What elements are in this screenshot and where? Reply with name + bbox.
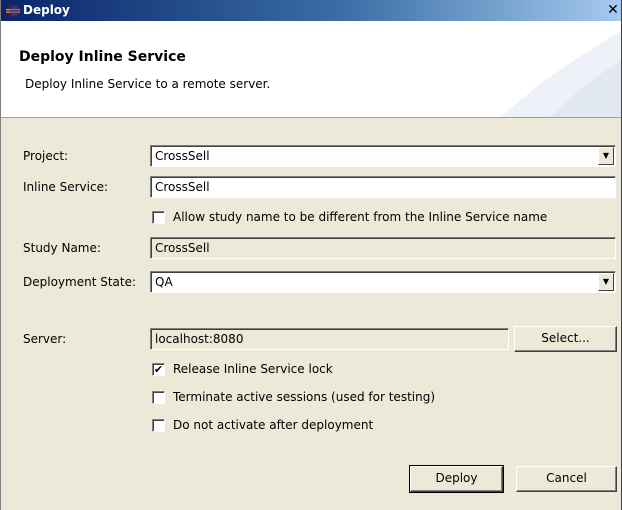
deployment-state-value: QA [155, 275, 173, 289]
chevron-down-icon[interactable]: ▼ [598, 147, 614, 165]
study-name-label: Study Name: [23, 241, 101, 255]
inline-service-value: CrossSell [155, 180, 210, 194]
close-icon[interactable]: ✕ [605, 2, 621, 18]
eclipse-app-icon [6, 4, 20, 18]
title-bar: Deploy ✕ [1, 0, 621, 21]
deploy-dialog: Deploy ✕ Deploy Inline Service Deploy In… [0, 0, 622, 510]
terminate-sessions-label: Terminate active sessions (used for test… [173, 390, 436, 404]
server-field: localhost:8080 [150, 328, 509, 350]
form-area: Project: CrossSell ▼ Inline Service: Cro… [1, 118, 621, 510]
banner-description: Deploy Inline Service to a remote server… [25, 77, 271, 91]
deployment-state-label: Deployment State: [23, 275, 137, 289]
banner-decoration-icon [501, 31, 621, 117]
project-value: CrossSell [155, 149, 210, 163]
inline-service-label: Inline Service: [23, 180, 109, 194]
banner-heading: Deploy Inline Service [19, 49, 186, 65]
no-activate-checkbox[interactable] [152, 419, 165, 432]
deployment-state-select[interactable]: QA ▼ [150, 271, 616, 293]
server-value: localhost:8080 [155, 332, 244, 346]
server-label: Server: [23, 332, 67, 346]
release-lock-checkbox[interactable]: ✔ [152, 363, 165, 376]
study-name-field: CrossSell [150, 237, 616, 259]
wizard-banner: Deploy Inline Service Deploy Inline Serv… [1, 21, 621, 118]
no-activate-label: Do not activate after deployment [173, 418, 374, 432]
cancel-button[interactable]: Cancel [516, 466, 617, 492]
allow-study-label: Allow study name to be different from th… [173, 210, 548, 224]
deploy-button[interactable]: Deploy [409, 465, 504, 493]
window-title: Deploy [23, 3, 70, 17]
study-name-value: CrossSell [155, 241, 210, 255]
allow-study-checkbox[interactable] [152, 211, 165, 224]
inline-service-input[interactable]: CrossSell [150, 176, 616, 198]
select-server-button[interactable]: Select... [514, 326, 617, 352]
project-select[interactable]: CrossSell ▼ [150, 145, 616, 167]
terminate-sessions-checkbox[interactable] [152, 391, 165, 404]
chevron-down-icon[interactable]: ▼ [598, 273, 614, 291]
project-label: Project: [23, 149, 69, 163]
release-lock-label: Release Inline Service lock [173, 362, 333, 376]
